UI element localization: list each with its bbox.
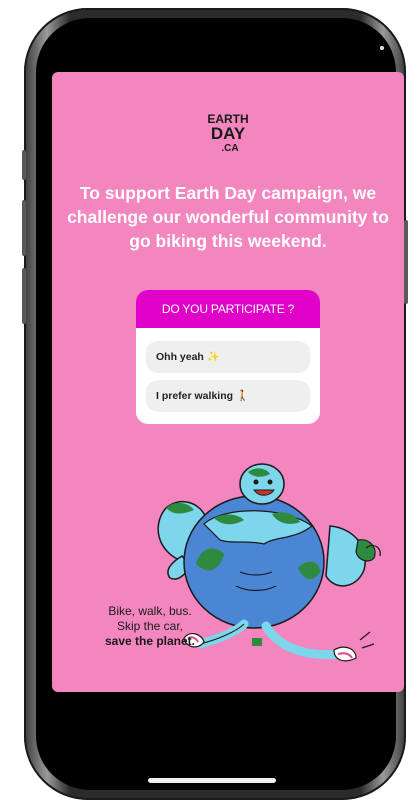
- story-headline: To support Earth Day campaign, we challe…: [67, 183, 389, 251]
- earth-day-logo: EARTH DAY .CA: [207, 112, 248, 154]
- poll-option-ohh-yeah[interactable]: Ohh yeah ✨: [146, 341, 310, 373]
- story-screen[interactable]: EARTH DAY .CA To support Earth Day campa…: [52, 72, 404, 692]
- poll-option-label: Ohh yeah: [156, 351, 204, 363]
- mute-switch: [22, 150, 26, 180]
- poll-option-label: I prefer walking: [156, 390, 234, 402]
- power-button: [404, 220, 408, 304]
- tagline-line-1: Bike, walk, bus.: [108, 604, 192, 618]
- volume-up-button: [22, 200, 26, 256]
- walking-person-icon: 🚶: [235, 390, 250, 402]
- tagline-line-3: save the planet.: [104, 634, 196, 648]
- home-indicator[interactable]: [148, 778, 276, 783]
- sparkles-icon: ✨: [206, 351, 220, 363]
- poll-question: DO YOU PARTICIPATE ?: [136, 290, 320, 328]
- poll-sticker[interactable]: DO YOU PARTICIPATE ? Ohh yeah ✨ I prefer…: [136, 290, 320, 424]
- status-dot: [380, 46, 384, 50]
- poll-option-prefer-walking[interactable]: I prefer walking 🚶: [146, 380, 310, 412]
- volume-down-button: [22, 268, 26, 324]
- tagline: Bike, walk, bus. Skip the car, save the …: [86, 604, 214, 649]
- tagline-line-2: Skip the car,: [116, 619, 184, 633]
- logo-line-day: DAY: [211, 124, 246, 143]
- logo-line-ca: .CA: [221, 143, 238, 154]
